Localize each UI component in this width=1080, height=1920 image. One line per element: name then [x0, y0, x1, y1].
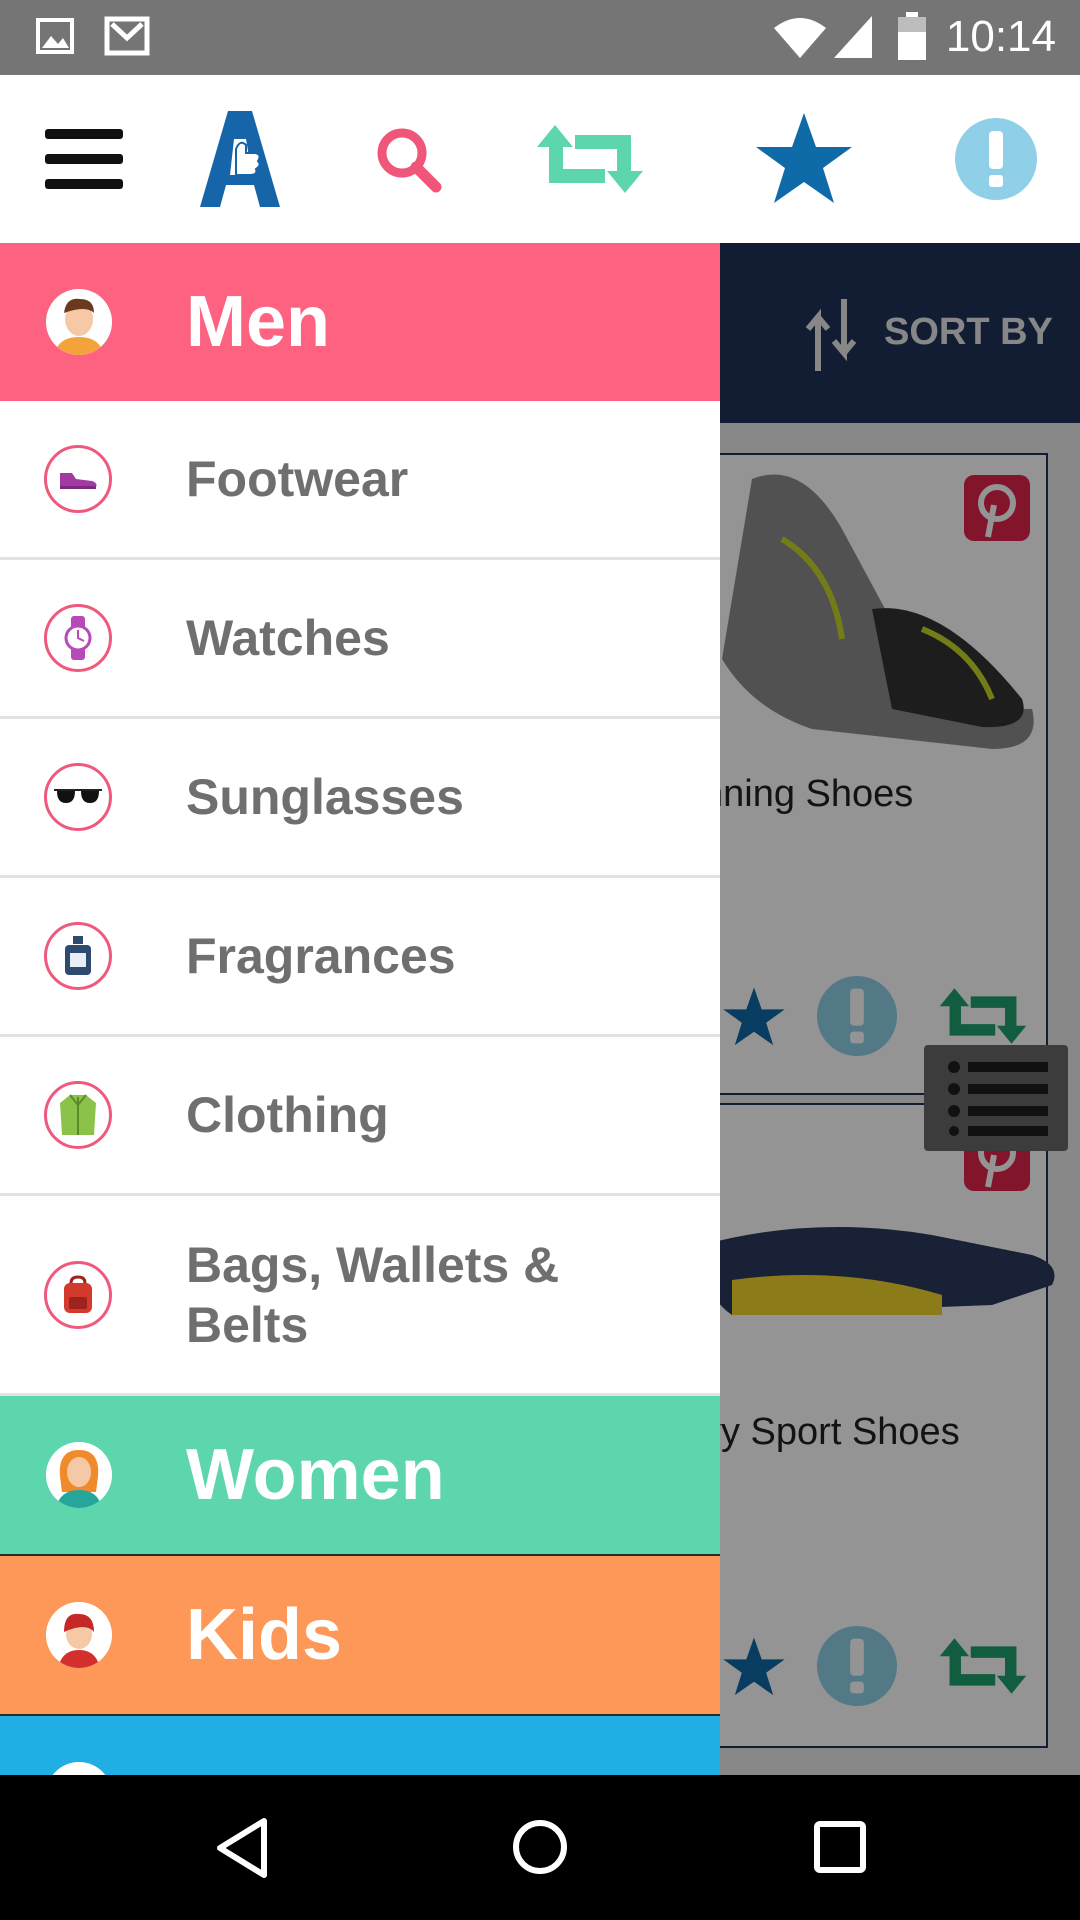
gmail-icon — [104, 16, 150, 56]
menu-item-label: Clothing — [186, 1087, 389, 1143]
search-icon — [377, 128, 442, 193]
category-label: Women — [186, 1434, 445, 1515]
category-women[interactable]: Women — [0, 1396, 720, 1556]
jacket-icon — [44, 1081, 112, 1149]
favorites-button[interactable] — [744, 99, 864, 219]
menu-item-footwear[interactable]: Footwear — [0, 401, 720, 560]
menu-item-bags-wallets-belts[interactable]: Bags, Wallets & Belts — [0, 1196, 720, 1396]
kid-avatar-icon — [46, 1602, 112, 1668]
thumbs-up-a-logo-icon — [200, 111, 280, 207]
search-button[interactable] — [348, 99, 468, 219]
status-bar: 10:14 — [0, 0, 1080, 75]
system-nav-bar — [0, 1775, 1080, 1920]
recents-icon[interactable] — [812, 1819, 868, 1875]
menu-item-label: Watches — [186, 610, 390, 666]
favorites-star-icon — [756, 113, 852, 203]
menu-item-label: Footwear — [186, 451, 409, 507]
clock: 10:14 — [945, 12, 1056, 61]
image-icon — [36, 18, 74, 54]
sunglasses-icon — [44, 763, 112, 831]
category-kids[interactable]: Kids — [0, 1556, 720, 1716]
alerts-button[interactable] — [936, 99, 1056, 219]
alert-icon — [955, 118, 1037, 200]
woman-avatar-icon — [46, 1442, 112, 1508]
menu-button[interactable] — [24, 99, 144, 219]
perfume-icon — [44, 922, 112, 990]
list-view-button[interactable] — [924, 1045, 1068, 1151]
compare-button[interactable] — [530, 99, 650, 219]
menu-item-watches[interactable]: Watches — [0, 560, 720, 719]
shoe-icon — [44, 445, 112, 513]
battery-icon — [898, 12, 926, 60]
app-toolbar — [0, 75, 1080, 243]
wifi-icon — [774, 18, 826, 58]
menu-item-label: Bags, Wallets & Belts — [186, 1236, 560, 1353]
menu-item-fragrances[interactable]: Fragrances — [0, 878, 720, 1037]
menu-item-label: Fragrances — [186, 928, 456, 984]
app-logo[interactable] — [180, 99, 300, 219]
menu-icon — [45, 129, 123, 189]
category-label: Kids — [186, 1594, 343, 1675]
backpack-icon — [44, 1260, 112, 1329]
category-avatar-icon — [46, 1762, 112, 1775]
compare-icon — [537, 125, 643, 193]
home-icon[interactable] — [510, 1817, 570, 1877]
menu-item-sunglasses[interactable]: Sunglasses — [0, 719, 720, 878]
signal-icon — [834, 16, 872, 58]
category-men[interactable]: Men — [0, 243, 720, 401]
menu-item-label: Sunglasses — [186, 769, 464, 825]
back-icon[interactable] — [212, 1817, 272, 1879]
menu-item-clothing[interactable]: Clothing — [0, 1037, 720, 1196]
category-label: Men — [186, 281, 330, 362]
category-next[interactable] — [0, 1716, 720, 1775]
navigation-drawer: Men Footwear Watches Sunglasses Fragranc… — [0, 243, 720, 1775]
watch-icon — [44, 604, 112, 672]
list-icon — [948, 1061, 1048, 1136]
man-avatar-icon — [46, 289, 112, 355]
